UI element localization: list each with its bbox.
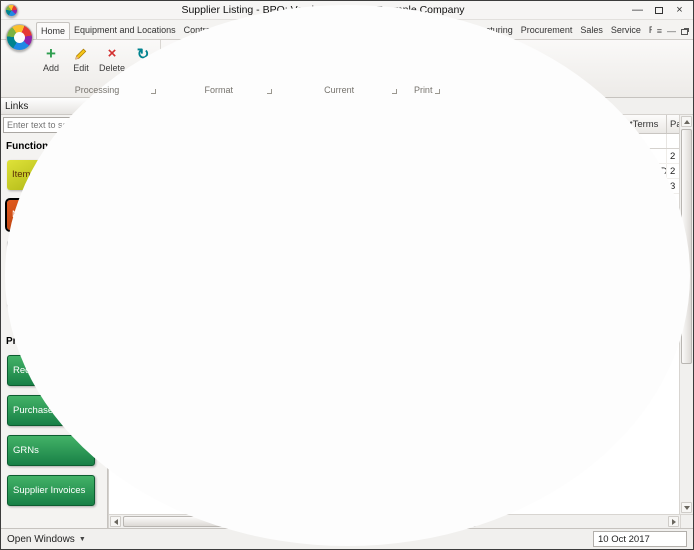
date-value: 10 Oct 2017 <box>598 533 650 545</box>
ribbon-group-label-print: Print <box>404 84 443 97</box>
app-window: Supplier Listing - BPO: Version 2.1.0.31… <box>0 0 694 550</box>
add-icon: + <box>46 43 56 63</box>
minimize-button[interactable]: — <box>628 3 647 18</box>
maximize-button[interactable] <box>649 3 668 18</box>
tab-service[interactable]: Service <box>607 22 645 39</box>
group-label-text: Processing <box>74 85 120 95</box>
titlebar: Supplier Listing - BPO: Version 2.1.0.31… <box>1 1 693 20</box>
close-button[interactable]: × <box>670 3 689 18</box>
scroll-up-button[interactable] <box>681 116 692 127</box>
tab-sales[interactable]: Sales <box>576 22 607 39</box>
links-panel-title: Links <box>5 100 29 112</box>
close-icon: × <box>676 4 683 16</box>
scrollbar-corner <box>680 515 693 528</box>
tab-reporting[interactable]: Reporting <box>645 22 652 39</box>
date-field[interactable]: 10 Oct 2017 <box>593 531 687 547</box>
open-windows-button[interactable]: Open Windows ▼ <box>7 534 86 545</box>
triangle-up-icon <box>683 119 690 124</box>
window-controls: — × <box>628 3 689 18</box>
sidebar-item-supplier-invoices[interactable]: Supplier Invoices <box>7 475 95 506</box>
dialog-launcher-icon[interactable] <box>267 89 273 94</box>
minimize-icon: — <box>632 4 643 16</box>
dialog-launcher-icon[interactable] <box>151 89 157 94</box>
open-windows-label: Open Windows <box>7 533 75 545</box>
tab-home[interactable]: Home <box>36 22 71 39</box>
filter-cell-pay[interactable] <box>667 134 679 148</box>
edit-button[interactable]: Edit <box>66 41 96 84</box>
mdi-restore-icon[interactable] <box>681 28 688 35</box>
scroll-right-button[interactable] <box>668 516 679 527</box>
maximize-icon <box>654 6 663 14</box>
window-menu-icon[interactable]: ≡ <box>657 27 662 36</box>
add-button-label: Add <box>42 63 59 73</box>
app-logo-icon <box>5 3 18 17</box>
group-label-text: Current <box>324 85 355 95</box>
group-label-text: Print <box>413 85 433 95</box>
scroll-down-button[interactable] <box>681 502 692 513</box>
edit-pencil-icon <box>74 44 88 63</box>
edit-button-label: Edit <box>73 63 89 73</box>
application-menu-button[interactable] <box>6 24 33 51</box>
ribbon-group-label-processing: Processing <box>36 84 158 97</box>
dialog-launcher-icon[interactable] <box>391 89 397 94</box>
ribbon-group-label-current: Current <box>279 84 399 97</box>
tab-equipment-and-locations[interactable]: Equipment and Locations <box>70 22 180 39</box>
delete-x-icon: × <box>107 45 117 62</box>
group-label-text: Format <box>204 85 233 95</box>
column-header-pay[interactable]: Pay <box>667 115 679 133</box>
ribbon-window-icons: ≡ — <box>652 27 693 39</box>
tab-procurement[interactable]: Procurement <box>517 22 577 39</box>
triangle-left-icon <box>113 518 118 525</box>
triangle-down-icon <box>683 505 690 510</box>
grid-cell[interactable]: 2 <box>667 149 679 163</box>
add-button[interactable]: + Add <box>36 41 66 84</box>
mdi-minimize-icon[interactable]: — <box>667 27 676 36</box>
triangle-right-icon <box>671 518 676 525</box>
dialog-launcher-icon[interactable] <box>435 89 441 94</box>
open-windows-arrow-icon: ▼ <box>78 535 86 543</box>
ribbon-group-label-format: Format <box>163 84 274 97</box>
grid-cell[interactable]: 2 <box>667 164 679 178</box>
scroll-left-button[interactable] <box>110 516 121 527</box>
